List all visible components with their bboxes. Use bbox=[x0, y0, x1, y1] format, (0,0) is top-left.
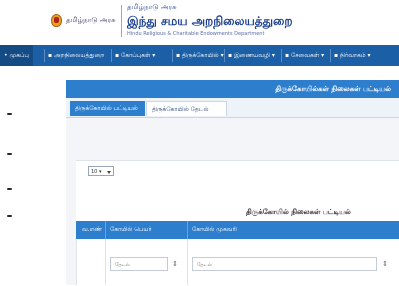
column-divider bbox=[105, 239, 106, 285]
column-header-serial[interactable]: வ.எண் bbox=[82, 221, 102, 239]
dept-title[interactable]: இந்து சமய அறநிலையத்துறை bbox=[127, 14, 293, 30]
nav-separator bbox=[111, 49, 112, 62]
govt-label: தமிழ்நாடு அரசு bbox=[66, 16, 116, 24]
nav-separator bbox=[44, 49, 45, 62]
tab-temple-list[interactable]: திருக்கோயில் பட்டியல் bbox=[70, 101, 145, 116]
filter-placeholder: தேடல் bbox=[115, 262, 130, 268]
nav-item-admin[interactable]: ▪ நிர்வாகம் ▾ bbox=[334, 45, 371, 66]
main-navbar: • முகப்பு ▪ அறநிலையத்துறை ▪ கோப்புகள் ▾ … bbox=[0, 45, 399, 66]
filter-placeholder: தேடல் bbox=[197, 262, 212, 268]
column-header-temple-address[interactable]: கோயில் முகவரி bbox=[192, 221, 237, 239]
column-divider bbox=[187, 221, 188, 239]
side-bullet bbox=[7, 215, 12, 217]
table-header: வ.எண் கோயில் பெயர் கோயில் முகவரி bbox=[76, 221, 399, 239]
side-bullet bbox=[7, 113, 12, 115]
temple-address-filter-input[interactable]: தேடல் bbox=[192, 257, 377, 271]
panel-title-bar: திருக்கோயில்கள் நிலைகள் பட்டியல் bbox=[66, 80, 399, 98]
emblem-core bbox=[54, 17, 59, 23]
nav-separator bbox=[330, 49, 331, 62]
nav-item-files[interactable]: ▪ கோப்புகள் ▾ bbox=[115, 45, 155, 66]
side-bullet bbox=[7, 188, 12, 190]
dept-english-subtitle: Hindu Religious & Charitable Endowments … bbox=[127, 31, 265, 37]
column-divider bbox=[105, 221, 106, 239]
nav-item-home[interactable]: • முகப்பு bbox=[0, 45, 33, 66]
page-size-select[interactable]: 10 ▾ bbox=[88, 166, 114, 176]
state-emblem-icon bbox=[51, 14, 62, 27]
sort-icon[interactable]: ⇕ bbox=[171, 258, 179, 270]
chevron-down-icon bbox=[107, 171, 111, 174]
panel-tabs: திருக்கோயில் பட்டியல் திருக்கோயில் தேடல் bbox=[66, 98, 399, 118]
nav-item-department[interactable]: ▪ அறநிலையத்துறை bbox=[48, 45, 104, 66]
side-bullet bbox=[7, 153, 12, 155]
nav-item-services[interactable]: ▪ சேவைகள் ▾ bbox=[285, 45, 324, 66]
sort-icon[interactable]: ⇕ bbox=[381, 258, 389, 270]
list-subtitle: திருக்கோயில் நிலைகள் பட்டியல் bbox=[246, 208, 351, 216]
site-header: தமிழ்நாடு அரசு தமிழ்நாடு அரசு இந்து சமய … bbox=[0, 0, 399, 44]
temple-name-filter-input[interactable]: தேடல் bbox=[110, 257, 168, 271]
nav-item-temples[interactable]: ▪ திருக்கோயில் ▾ bbox=[176, 45, 224, 66]
nav-separator bbox=[172, 49, 173, 62]
page-size-value: 10 ▾ bbox=[91, 169, 102, 175]
dept-subtitle: தமிழ்நாடு அரசு bbox=[127, 3, 177, 11]
nav-separator bbox=[281, 49, 282, 62]
column-divider bbox=[187, 239, 188, 285]
nav-item-online[interactable]: ▪ இணையவழி ▾ bbox=[228, 45, 275, 66]
header-divider bbox=[121, 5, 122, 37]
tab-temple-search[interactable]: திருக்கோயில் தேடல் bbox=[146, 101, 227, 116]
panel-title: திருக்கோயில்கள் நிலைகள் பட்டியல் bbox=[275, 85, 391, 93]
column-header-temple-name[interactable]: கோயில் பெயர் bbox=[110, 221, 152, 239]
nav-separator bbox=[224, 49, 225, 62]
